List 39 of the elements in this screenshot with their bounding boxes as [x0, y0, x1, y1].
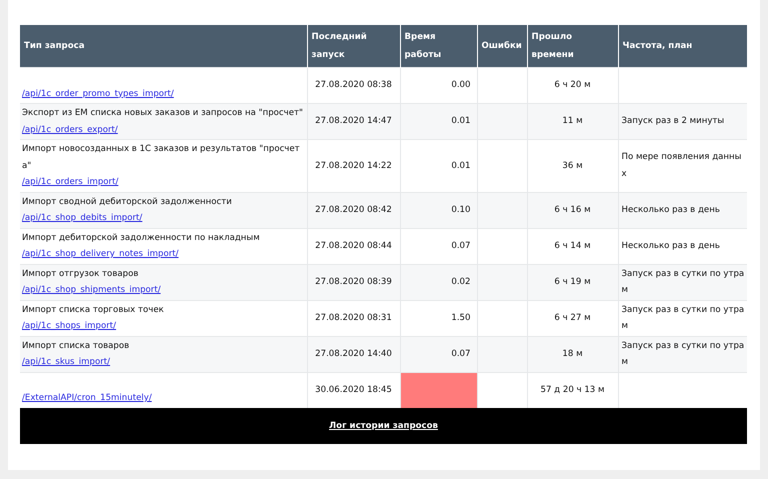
table-cell: 27.08.2020 14:47	[307, 104, 400, 140]
endpoint-link[interactable]: /api/1c_shops_import/	[22, 318, 116, 334]
table-cell: 0.07	[400, 336, 477, 372]
table-cell: 11 м	[527, 104, 618, 140]
endpoint-link[interactable]: /api/1c_orders_export/	[22, 122, 118, 138]
request-description: Экспорт из ЕМ списка новых заказов и запросов на "просчет"	[22, 107, 304, 120]
endpoint-link[interactable]: /api/1c_order_promo_types_import/	[22, 86, 174, 102]
request-description: Импорт дебиторской задолженности по накладным	[22, 232, 261, 244]
table-cell: Запуск раз в сутки по утрам	[618, 336, 747, 372]
table-cell: 0.02	[400, 264, 477, 300]
endpoint-link[interactable]: /api/1c_skus_import/	[22, 354, 110, 370]
table-cell: 27.08.2020 08:42	[307, 192, 400, 228]
table-cell: 6 ч 16 м	[527, 192, 618, 228]
column-header: Прошло времени	[527, 25, 618, 68]
table-cell: 27.08.2020 14:40	[307, 336, 400, 372]
table-cell: Запуск раз в 2 минуты	[618, 104, 747, 140]
request-description: Импорт списка товаров	[22, 340, 130, 352]
table-cell: Несколько раз в день	[618, 192, 747, 228]
endpoint-link[interactable]: /api/1c_orders_import/	[22, 174, 118, 190]
column-header: Тип запроса	[20, 25, 307, 68]
table-cell: 0.01	[400, 104, 477, 140]
history-log-link[interactable]: Лог истории запросов	[329, 420, 438, 430]
table-cell: 6 ч 19 м	[527, 264, 618, 300]
column-header: Ошибки	[477, 25, 527, 68]
column-header: Время работы	[400, 25, 477, 68]
request-description: Импорт отгрузок товаров	[22, 268, 140, 280]
table-cell: 0.10	[400, 192, 477, 228]
table-cell: 18 м	[527, 336, 618, 372]
column-header: Последний запуск	[307, 25, 400, 68]
endpoint-link[interactable]: /ExternalAPI/cron_15minutely/	[22, 390, 152, 406]
request-description: Импорт новосозданных в 1С заказов и результатов "просчета"	[22, 143, 301, 172]
request-description: Импорт сводной дебиторской задолженности	[22, 196, 233, 208]
endpoint-link[interactable]: /api/1c_shop_delivery_notes_import/	[22, 246, 179, 262]
request-description: Импорт списка торговых точек	[22, 304, 165, 316]
endpoint-link[interactable]: /api/1c_shop_shipments_import/	[22, 282, 161, 298]
endpoint-link[interactable]: /api/1c_shop_debits_import/	[22, 210, 142, 226]
table-cell: 27.08.2020 08:39	[307, 264, 400, 300]
column-header: Частота, план	[618, 25, 747, 68]
table-cell: Запуск раз в сутки по утрам	[618, 264, 747, 300]
